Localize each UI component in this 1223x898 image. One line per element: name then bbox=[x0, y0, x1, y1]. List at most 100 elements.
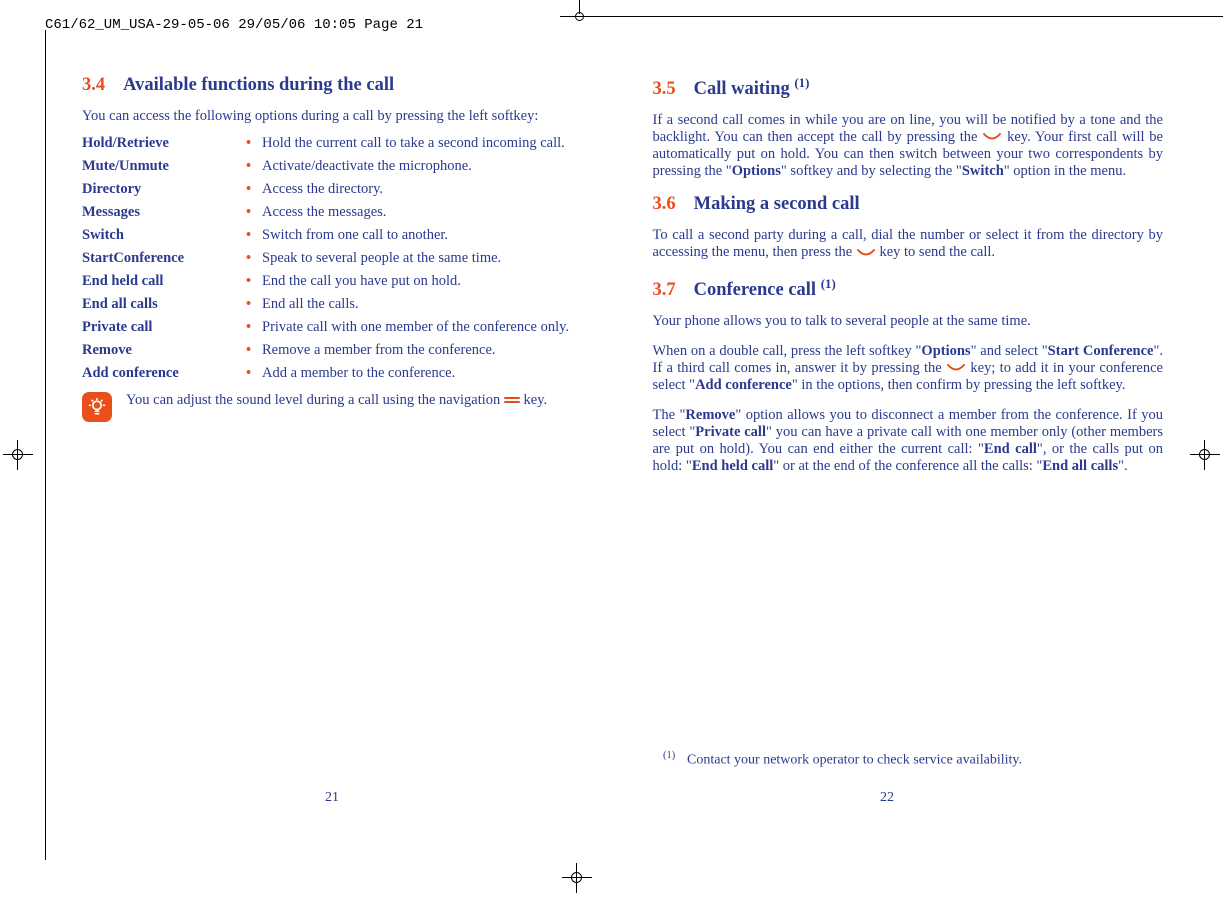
bold-term: Private call bbox=[695, 424, 766, 440]
bullet-icon: • bbox=[246, 204, 262, 221]
function-description: Add a member to the conference. bbox=[262, 365, 593, 382]
right-page: 3.5 Call waiting (1) If a second call come… bbox=[653, 75, 1164, 489]
bullet-icon: • bbox=[246, 181, 262, 198]
softkey-icon bbox=[946, 360, 966, 377]
bullet-icon: • bbox=[246, 135, 262, 152]
bullet-icon: • bbox=[246, 319, 262, 336]
section-title: Call waiting bbox=[694, 79, 790, 99]
intro-text: You can access the following options dur… bbox=[82, 108, 593, 125]
section-heading: 3.5 Call waiting (1) bbox=[653, 75, 1164, 100]
section-superscript: (1) bbox=[821, 276, 836, 291]
function-row: Private call•Private call with one membe… bbox=[82, 319, 593, 336]
function-row: Directory•Access the directory. bbox=[82, 181, 593, 198]
bold-term: End all calls bbox=[1042, 458, 1118, 474]
bold-term: End held call bbox=[692, 458, 773, 474]
function-description: Access the messages. bbox=[262, 204, 593, 221]
registration-mark-left bbox=[3, 440, 33, 470]
bold-term: Start Conference bbox=[1048, 343, 1154, 359]
footnote-marker: (1) bbox=[663, 750, 687, 761]
tip-box: You can adjust the sound level during a … bbox=[82, 392, 593, 422]
section-number: 3.6 bbox=[653, 194, 676, 214]
bullet-icon: • bbox=[246, 365, 262, 382]
bullet-icon: • bbox=[246, 158, 262, 175]
function-description: Access the directory. bbox=[262, 181, 593, 198]
paragraph: When on a double call, press the left so… bbox=[653, 343, 1164, 394]
section-title: Conference call bbox=[694, 280, 816, 300]
section-heading: 3.6 Making a second call bbox=[653, 194, 1164, 215]
footnote: (1)Contact your network operator to chec… bbox=[663, 750, 1163, 769]
header-rule bbox=[590, 16, 1223, 17]
function-term: Private call bbox=[82, 319, 246, 336]
function-description: Switch from one call to another. bbox=[262, 227, 593, 244]
function-row: Messages•Access the messages. bbox=[82, 204, 593, 221]
function-description: Private call with one member of the conf… bbox=[262, 319, 593, 336]
footnote-text: Contact your network operator to check s… bbox=[687, 753, 1022, 768]
bold-term: End call bbox=[984, 441, 1037, 457]
function-row: End all calls•End all the calls. bbox=[82, 296, 593, 313]
function-description: Speak to several people at the same time… bbox=[262, 250, 593, 267]
section: 3.7 Conference call (1) Your phone allows … bbox=[653, 276, 1164, 475]
function-term: Mute/Unmute bbox=[82, 158, 246, 175]
section-superscript: (1) bbox=[794, 75, 809, 90]
page-number-left: 21 bbox=[325, 790, 339, 806]
function-description: End the call you have put on hold. bbox=[262, 273, 593, 290]
section-number: 3.5 bbox=[653, 79, 676, 99]
paragraph: The "Remove" option allows you to discon… bbox=[653, 407, 1164, 475]
function-row: Switch•Switch from one call to another. bbox=[82, 227, 593, 244]
paragraph: To call a second party during a call, di… bbox=[653, 227, 1164, 261]
print-header: C61/62_UM_USA-29-05-06 29/05/06 10:05 Pa… bbox=[45, 17, 423, 33]
function-list: Hold/Retrieve•Hold the current call to t… bbox=[82, 135, 593, 382]
bullet-icon: • bbox=[246, 342, 262, 359]
function-term: Remove bbox=[82, 342, 246, 359]
section: 3.5 Call waiting (1) If a second call come… bbox=[653, 75, 1164, 180]
function-row: Hold/Retrieve•Hold the current call to t… bbox=[82, 135, 593, 152]
bold-term: Remove bbox=[685, 407, 735, 423]
paragraph: Your phone allows you to talk to several… bbox=[653, 313, 1164, 330]
bold-term: Options bbox=[921, 343, 970, 359]
function-term: Add conference bbox=[82, 365, 246, 382]
section-number: 3.7 bbox=[653, 280, 676, 300]
section-title: Making a second call bbox=[694, 194, 860, 214]
function-term: Directory bbox=[82, 181, 246, 198]
bullet-icon: • bbox=[246, 296, 262, 313]
bold-term: Add conference bbox=[695, 377, 792, 393]
crop-mark-top bbox=[560, 0, 600, 20]
function-term: StartConference bbox=[82, 250, 246, 267]
function-term: End held call bbox=[82, 273, 246, 290]
section-number: 3.4 bbox=[82, 75, 105, 95]
function-term: Messages bbox=[82, 204, 246, 221]
side-rule bbox=[45, 30, 46, 860]
function-term: End all calls bbox=[82, 296, 246, 313]
bullet-icon: • bbox=[246, 227, 262, 244]
page-number-right: 22 bbox=[880, 790, 894, 806]
function-row: Mute/Unmute•Activate/deactivate the micr… bbox=[82, 158, 593, 175]
function-row: StartConference•Speak to several people … bbox=[82, 250, 593, 267]
function-description: Hold the current call to take a second i… bbox=[262, 135, 593, 152]
function-row: Remove•Remove a member from the conferen… bbox=[82, 342, 593, 359]
tip-text: You can adjust the sound level during a … bbox=[126, 392, 593, 422]
function-description: End all the calls. bbox=[262, 296, 593, 313]
function-description: Activate/deactivate the microphone. bbox=[262, 158, 593, 175]
section: 3.6 Making a second call To call a second … bbox=[653, 194, 1164, 261]
bullet-icon: • bbox=[246, 250, 262, 267]
function-description: Remove a member from the conference. bbox=[262, 342, 593, 359]
bold-term: Switch bbox=[962, 163, 1004, 179]
softkey-icon bbox=[856, 245, 876, 262]
function-row: End held call•End the call you have put … bbox=[82, 273, 593, 290]
paragraph: If a second call comes in while you are … bbox=[653, 112, 1164, 180]
registration-mark-bottom bbox=[562, 863, 592, 893]
function-term: Hold/Retrieve bbox=[82, 135, 246, 152]
bold-term: Options bbox=[732, 163, 781, 179]
tip-lightbulb-icon bbox=[82, 392, 112, 422]
function-row: Add conference•Add a member to the confe… bbox=[82, 365, 593, 382]
section-heading: 3.7 Conference call (1) bbox=[653, 276, 1164, 301]
function-term: Switch bbox=[82, 227, 246, 244]
bullet-icon: • bbox=[246, 273, 262, 290]
navigation-key-icon bbox=[504, 392, 520, 409]
registration-mark-right bbox=[1190, 440, 1220, 470]
section-title: Available functions during the call bbox=[123, 75, 394, 95]
softkey-icon bbox=[982, 129, 1002, 146]
section-heading-3-4: 3.4 Available functions during the call bbox=[82, 75, 593, 96]
page-spread: 3.4 Available functions during the call Y… bbox=[82, 75, 1163, 489]
left-page: 3.4 Available functions during the call Y… bbox=[82, 75, 593, 489]
